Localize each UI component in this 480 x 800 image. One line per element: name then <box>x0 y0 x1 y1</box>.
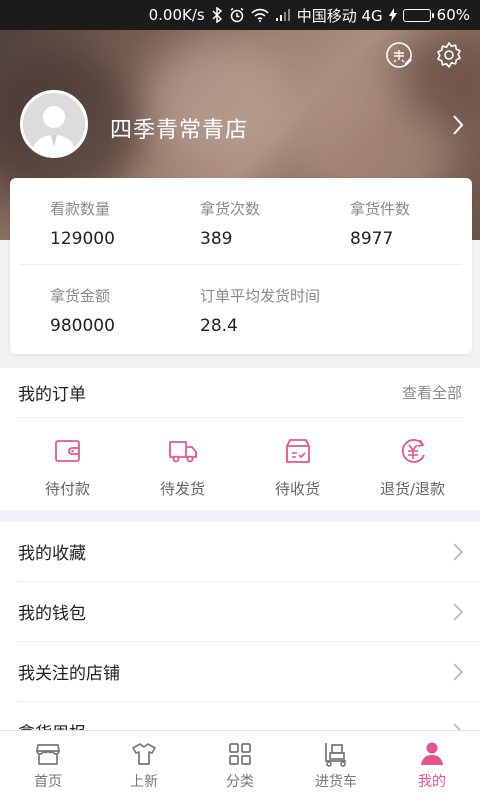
stat-amount: 拿货金额 980000 <box>20 285 170 350</box>
tab-home[interactable]: 首页 <box>0 731 96 800</box>
view-all-orders-link[interactable]: 查看全部 <box>402 382 462 403</box>
stat-item-count: 拿货件数 8977 <box>310 198 460 264</box>
stat-avg-ship-time: 订单平均发货时间 28.4 <box>170 285 390 350</box>
alarm-icon <box>229 7 245 23</box>
tab-categories[interactable]: 分类 <box>192 731 288 800</box>
status-bar: 0.00K/s 中国移动 4G 60% <box>0 0 480 30</box>
order-status-list: 待付款 待发货 待收货 退货/退款 <box>0 418 480 499</box>
menu-item-favorites[interactable]: 我的收藏 <box>18 522 480 582</box>
stat-label: 拿货金额 <box>50 287 111 305</box>
stats-card: 看款数量 129000 拿货次数 389 拿货件数 8977 拿货金额 9800… <box>10 178 472 354</box>
gear-icon[interactable] <box>434 40 464 70</box>
stat-value: 8977 <box>350 229 394 249</box>
stat-value: 980000 <box>50 316 115 336</box>
shop-icon <box>36 743 60 765</box>
shirt-icon <box>132 742 156 765</box>
chevron-right-icon[interactable] <box>452 114 464 140</box>
menu-item-label: 我的收藏 <box>18 544 86 564</box>
chevron-right-icon <box>453 662 464 681</box>
truck-icon <box>168 441 197 463</box>
stat-value: 389 <box>200 229 233 249</box>
order-label: 待付款 <box>44 480 90 498</box>
order-refund[interactable]: 退货/退款 <box>363 436 463 499</box>
network-speed: 0.00K/s <box>148 6 205 24</box>
stat-order-times: 拿货次数 389 <box>160 198 310 264</box>
refund-icon <box>401 439 425 463</box>
tab-label: 我的 <box>418 773 446 790</box>
tab-label: 分类 <box>226 773 254 790</box>
stat-value: 28.4 <box>200 316 238 336</box>
grid-icon <box>229 742 251 765</box>
stats-row: 拿货金额 980000 订单平均发货时间 28.4 <box>20 264 462 350</box>
order-label: 待收货 <box>274 480 320 498</box>
tab-cart[interactable]: 进货车 <box>288 731 384 800</box>
battery-icon <box>402 8 434 22</box>
my-orders-section: 我的订单 查看全部 待付款 待发货 待收货 退货/退款 <box>0 368 480 510</box>
battery-percent: 60% <box>436 6 470 24</box>
menu-item-label: 我关注的店铺 <box>18 664 120 684</box>
box-icon <box>285 439 310 463</box>
carrier-label: 中国移动 4G <box>296 6 383 25</box>
tab-label: 进货车 <box>315 773 357 790</box>
order-pending-payment[interactable]: 待付款 <box>18 436 118 499</box>
tab-mine[interactable]: 我的 <box>384 731 480 800</box>
bottom-tab-bar: 首页 上新 分类 进货车 我的 <box>0 730 480 800</box>
tab-label: 上新 <box>130 773 158 790</box>
stats-row: 看款数量 129000 拿货次数 389 拿货件数 8977 <box>10 178 472 264</box>
orders-title: 我的订单 <box>18 385 86 405</box>
menu-item-wallet[interactable]: 我的钱包 <box>18 582 480 642</box>
chevron-right-icon <box>453 602 464 621</box>
stat-value: 129000 <box>50 229 115 249</box>
stat-view-count: 看款数量 129000 <box>10 198 160 264</box>
order-label: 退货/退款 <box>379 480 446 498</box>
header-actions <box>384 40 464 70</box>
sign-in-icon[interactable] <box>384 40 414 70</box>
tab-new-arrivals[interactable]: 上新 <box>96 731 192 800</box>
stat-label: 看款数量 <box>50 200 111 218</box>
tab-label: 首页 <box>34 773 62 790</box>
chevron-right-icon <box>453 542 464 561</box>
wallet-icon <box>54 440 80 462</box>
cart-icon <box>325 742 346 767</box>
shop-name[interactable]: 四季青常青店 <box>110 112 248 144</box>
stat-label: 拿货件数 <box>350 200 411 218</box>
menu-list: 我的收藏 我的钱包 我关注的店铺 拿货周报 <box>0 522 480 762</box>
person-icon <box>421 742 443 765</box>
stat-label: 订单平均发货时间 <box>200 287 321 305</box>
menu-item-followed-shops[interactable]: 我关注的店铺 <box>18 642 480 702</box>
avatar-placeholder-icon <box>31 106 77 155</box>
bluetooth-icon <box>211 7 223 23</box>
stat-label: 拿货次数 <box>200 200 261 218</box>
orders-header: 我的订单 查看全部 <box>18 368 462 418</box>
signal-icon <box>275 9 291 21</box>
order-pending-shipment[interactable]: 待发货 <box>133 436 233 499</box>
wifi-icon <box>251 8 269 22</box>
avatar[interactable] <box>20 90 88 158</box>
order-label: 待发货 <box>159 480 205 498</box>
menu-item-label: 我的钱包 <box>18 604 86 624</box>
order-pending-receipt[interactable]: 待收货 <box>248 436 348 499</box>
charging-icon <box>388 8 397 22</box>
